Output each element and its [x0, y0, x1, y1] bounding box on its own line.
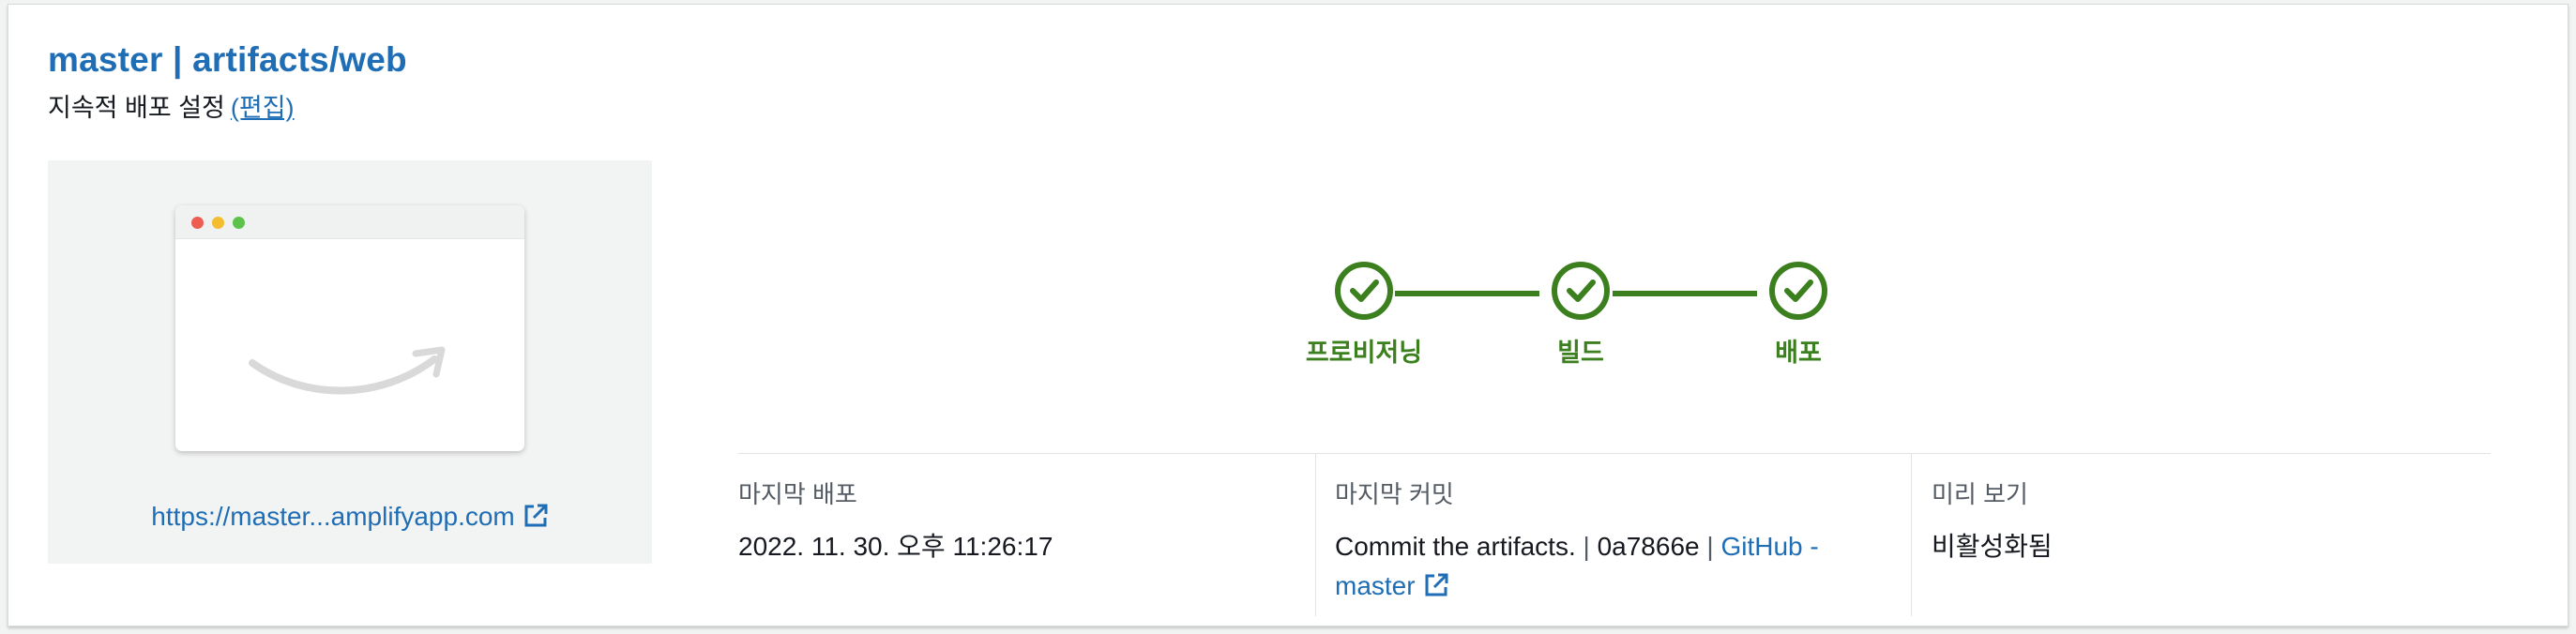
deploy-setting-text: 지속적 배포 설정 (편집) — [48, 87, 295, 124]
maximize-dot-icon — [233, 217, 245, 229]
step-provisioning[interactable]: 프로비저닝 — [1270, 260, 1458, 369]
check-circle-icon — [1335, 262, 1393, 320]
last-deploy-label: 마지막 배포 — [738, 480, 857, 508]
commit-message: Commit the artifacts. — [1335, 532, 1576, 561]
app-preview-panel: https://master...amplifyapp.com — [48, 160, 652, 564]
preview-status: 비활성화됨 — [1932, 532, 2053, 561]
details-divider — [738, 453, 2491, 454]
step-deploy[interactable]: 배포 — [1705, 260, 1892, 369]
column-divider — [1911, 453, 1912, 616]
last-deploy-column: 마지막 배포 2022. 11. 30. 오후 11:26:17 — [738, 476, 1292, 566]
minimize-dot-icon — [212, 217, 224, 229]
last-commit-value: Commit the artifacts. | 0a7866e | GitHub… — [1335, 527, 1888, 606]
app-url-text[interactable]: https://master...amplifyapp.com — [151, 502, 515, 531]
separator: | — [1706, 532, 1714, 561]
step-build[interactable]: 빌드 — [1487, 260, 1674, 369]
close-dot-icon — [191, 217, 204, 229]
last-commit-label: 마지막 커밋 — [1335, 480, 1454, 508]
step-label: 배포 — [1775, 339, 1822, 367]
separator: | — [1583, 532, 1590, 561]
check-circle-icon — [1769, 262, 1827, 320]
amazon-smile-logo — [249, 346, 446, 395]
branch-card: master | artifacts/web 지속적 배포 설정 (편집) htt… — [8, 4, 2568, 626]
column-divider — [1315, 453, 1316, 616]
preview-column: 미리 보기 비활성화됨 — [1932, 476, 2457, 566]
check-circle-icon — [1552, 262, 1610, 320]
last-deploy-value: 2022. 11. 30. 오후 11:26:17 — [738, 532, 1053, 561]
step-label: 프로비저닝 — [1305, 339, 1423, 367]
step-label: 빌드 — [1557, 339, 1604, 367]
branch-title[interactable]: master | artifacts/web — [48, 40, 407, 80]
preview-label: 미리 보기 — [1932, 480, 2028, 508]
external-link-icon[interactable] — [1423, 572, 1449, 598]
browser-thumbnail — [175, 205, 524, 451]
deployment-pipeline: 프로비저닝 빌드 배포 — [1306, 260, 1885, 372]
subtitle-label: 지속적 배포 설정 — [48, 94, 225, 122]
edit-link[interactable]: (편집) — [231, 94, 295, 122]
app-url-link[interactable]: https://master...amplifyapp.com — [48, 502, 652, 532]
external-link-icon[interactable] — [523, 503, 549, 529]
last-commit-column: 마지막 커밋 Commit the artifacts. | 0a7866e |… — [1335, 476, 1888, 606]
browser-titlebar — [175, 205, 524, 239]
commit-hash: 0a7866e — [1597, 532, 1700, 561]
